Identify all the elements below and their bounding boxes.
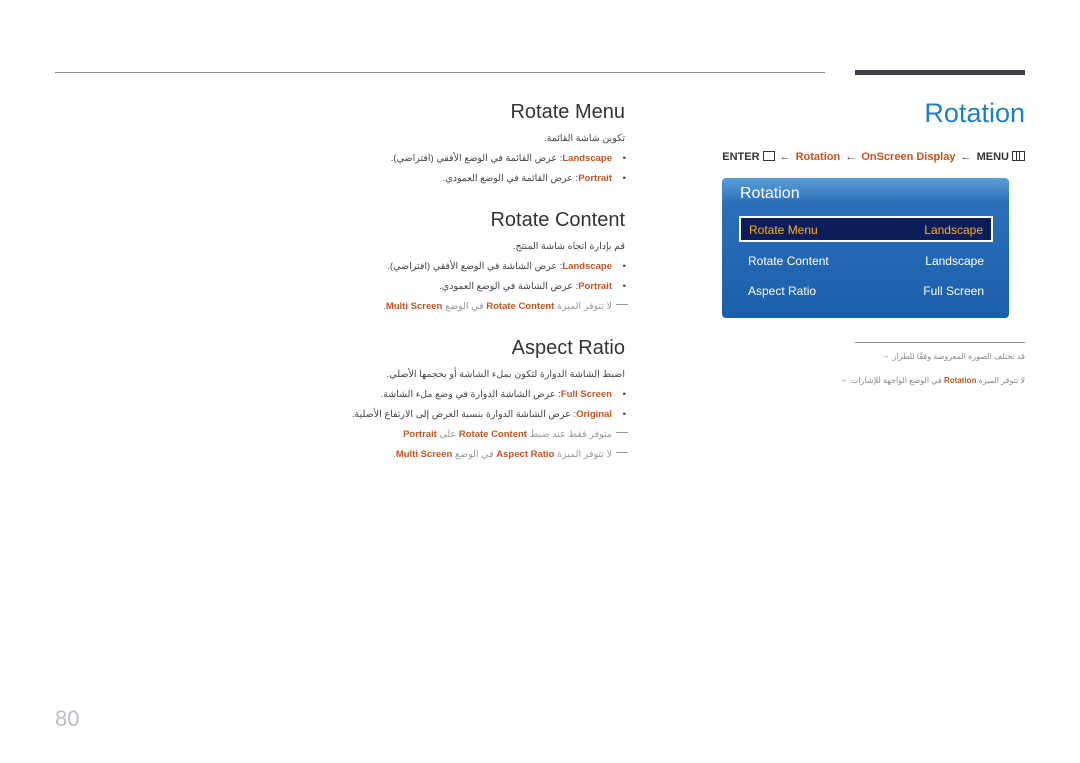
section-note: متوفر فقط عند ضبط Rotate Content على Por… (400, 429, 628, 440)
bullet-text: : عرض القائمة في الوضع العمودي. (442, 173, 579, 184)
osd-row-value: Full Screen (923, 284, 984, 298)
bullet-item: Full Screen: عرض الشاشة الدوارة في وضع م… (380, 389, 625, 400)
bullet-text: : عرض الشاشة الدوارة بنسبة العرض إلى الا… (351, 409, 577, 420)
osd-row-value: Landscape (925, 254, 984, 268)
note-text: على (436, 429, 459, 440)
bullet-item: Landscape: عرض القائمة في الوضع الأفقي (… (390, 153, 626, 164)
section-intro: اضبط الشاشة الدوارة لتكون بملء الشاشة أو… (386, 369, 625, 380)
breadcrumb-enter: ENTER (722, 151, 760, 163)
osd-title: Rotation (740, 185, 800, 202)
bullet-text: : عرض الشاشة في الوضع العمودي. (439, 281, 579, 292)
menu-icon (1012, 151, 1025, 161)
note-term: Rotate Content (458, 429, 527, 440)
note-term: Portrait (403, 429, 437, 440)
osd-row-value: Landscape (924, 223, 983, 237)
arrow-icon: ← (960, 151, 972, 163)
section-intro: تكوين شاشة القائمة. (544, 133, 625, 144)
osd-row-label: Aspect Ratio (748, 284, 817, 298)
arrow-icon: ← (779, 151, 791, 163)
osd-row-label: Rotate Menu (749, 223, 818, 237)
enter-icon (762, 151, 775, 161)
osd-rotation-menu: Rotation Rotate Menu Landscape Rotate Co… (722, 178, 1009, 318)
note-text: في الوضع (452, 449, 497, 460)
side-note-text: لا تتوفر الميزة (976, 376, 1025, 385)
note-term: Multi Screen (395, 449, 453, 460)
breadcrumb-rotation: Rotation (795, 151, 841, 163)
bullet-term: Landscape (562, 261, 612, 272)
breadcrumb: ENTER ← Rotation ← OnScreen Display ← MEN… (722, 150, 1025, 163)
side-note: لا تتوفر الميزة Rotation في الوضع الواجه… (841, 376, 1025, 385)
bullet-item: Portrait: عرض الشاشة في الوضع العمودي. (439, 281, 626, 292)
side-note-text: قد تختلف الصورة المعروضة وفقًا للطراز. (890, 352, 1025, 361)
osd-row-rotate-menu[interactable]: Rotate Menu Landscape (739, 216, 993, 242)
page-title: Rotation (924, 98, 1025, 128)
page-number: 80 (55, 706, 80, 731)
bullet-term: Landscape (562, 153, 612, 164)
bullet-item: Landscape: عرض الشاشة في الوضع الأفقي (ا… (387, 261, 625, 272)
bullet-term: Portrait (578, 281, 612, 292)
section-note: لا تتوفر الميزة Aspect Ratio في الوضع Mu… (393, 449, 628, 460)
side-note: قد تختلف الصورة المعروضة وفقًا للطراز. – (883, 352, 1025, 361)
note-text: متوفر فقط عند ضبط (526, 429, 612, 440)
section-heading-rotate-content: Rotate Content (490, 209, 625, 231)
breadcrumb-menu: MENU (976, 151, 1009, 163)
osd-row-rotate-content[interactable]: Rotate Content Landscape (739, 248, 993, 274)
section-heading-rotate-menu: Rotate Menu (510, 101, 625, 123)
osd-row-label: Rotate Content (748, 254, 829, 268)
bullet-text: : عرض الشاشة في الوضع الأفقي (افتراضي). (387, 261, 563, 272)
arrow-icon: ← (845, 151, 857, 163)
bullet-term: Portrait (578, 173, 612, 184)
bullet-term: Full Screen (560, 389, 612, 400)
bullet-text: : عرض القائمة في الوضع الأفقي (افتراضي). (390, 153, 563, 164)
side-note-text: في الوضع الواجهة للإشارات. (848, 376, 945, 385)
side-note-term: Rotation (944, 376, 977, 385)
note-term: Multi Screen (385, 301, 443, 312)
bullet-term: Original (576, 409, 612, 420)
header-accent-bar (855, 70, 1025, 75)
header-rule (55, 72, 825, 73)
note-term: Aspect Ratio (496, 449, 555, 460)
note-text: في الوضع (442, 301, 487, 312)
breadcrumb-onscreen-display: OnScreen Display (861, 151, 956, 163)
note-term: Rotate Content (486, 301, 555, 312)
section-intro: قم بإدارة اتجاه شاشة المنتج. (512, 241, 625, 252)
note-text: لا تتوفر الميزة (554, 449, 612, 460)
section-note: لا تتوفر الميزة Rotate Content في الوضع … (383, 301, 628, 312)
bullet-item: Original: عرض الشاشة الدوارة بنسبة العرض… (351, 409, 626, 420)
side-note-rule (855, 342, 1025, 343)
bullet-text: : عرض الشاشة الدوارة في وضع ملء الشاشة. (380, 389, 561, 400)
osd-row-aspect-ratio[interactable]: Aspect Ratio Full Screen (739, 278, 993, 304)
section-heading-aspect-ratio: Aspect Ratio (511, 337, 625, 359)
note-text: لا تتوفر الميزة (554, 301, 612, 312)
bullet-item: Portrait: عرض القائمة في الوضع العمودي. (442, 173, 627, 184)
